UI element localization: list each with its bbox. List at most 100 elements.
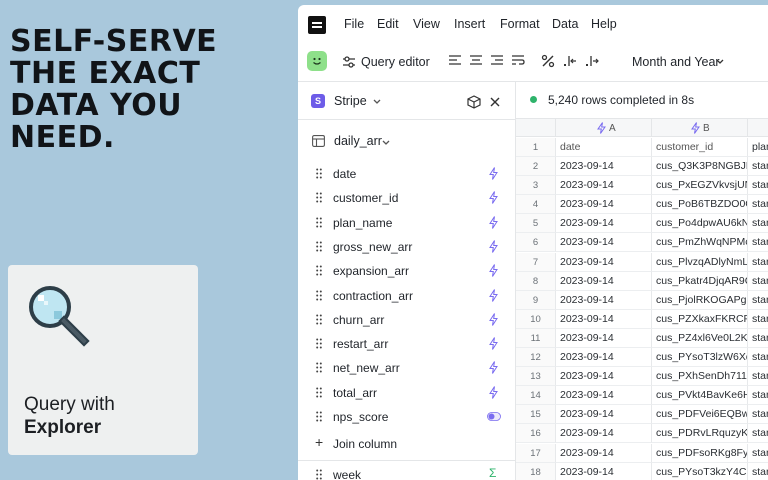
date-cell[interactable]: 2023-09-14	[556, 271, 652, 291]
field-row-churn-arr[interactable]: churn_arr	[298, 308, 515, 332]
date-cell[interactable]: 2023-09-14	[556, 462, 652, 480]
drag-handle-icon[interactable]	[316, 469, 322, 480]
plan-cell[interactable]: star	[748, 291, 768, 310]
align-center-icon[interactable]	[469, 54, 483, 68]
date-grouping-dropdown[interactable]: Month and Year	[632, 55, 720, 69]
row-number[interactable]: 17	[516, 443, 556, 463]
plan-cell[interactable]: star	[748, 253, 768, 272]
chevron-down-icon[interactable]	[716, 59, 724, 65]
plan-cell[interactable]: star	[748, 195, 768, 215]
row-number[interactable]: 13	[516, 367, 556, 387]
field-row-plan-name[interactable]: plan_name	[298, 211, 515, 235]
date-cell[interactable]: 2023-09-14	[556, 443, 652, 463]
row-number[interactable]: 9	[516, 290, 556, 310]
decimal-decrease-icon[interactable]	[563, 54, 577, 68]
plan-cell[interactable]: star	[748, 367, 768, 387]
customer-id-cell[interactable]: cus_PYsoT3lzW6Xq	[652, 348, 748, 367]
percent-icon[interactable]	[541, 54, 555, 68]
decimal-increase-icon[interactable]	[585, 54, 599, 68]
column-header-a[interactable]: A	[556, 119, 652, 137]
field-row-week[interactable]: week Σ	[298, 463, 515, 480]
date-cell[interactable]: 2023-09-14	[556, 405, 652, 425]
date-cell[interactable]: 2023-09-14	[556, 386, 652, 406]
cube-icon[interactable]	[467, 95, 481, 109]
drag-handle-icon[interactable]	[316, 241, 322, 252]
date-cell[interactable]: 2023-09-14	[556, 157, 652, 176]
date-cell[interactable]: 2023-09-14	[556, 176, 652, 196]
row-number[interactable]: 18	[516, 462, 556, 480]
drag-handle-icon[interactable]	[316, 192, 322, 203]
field-row-net-new-arr[interactable]: net_new_arr	[298, 356, 515, 380]
source-selector[interactable]: Stripe	[334, 94, 367, 108]
date-cell[interactable]: 2023-09-14	[556, 309, 652, 329]
customer-id-cell[interactable]: cus_PoB6TBZDO0G	[652, 195, 748, 215]
row-number[interactable]: 3	[516, 176, 556, 196]
app-logo-icon[interactable]	[308, 16, 326, 34]
header-cell[interactable]: customer_id	[652, 138, 748, 157]
row-number[interactable]: 4	[516, 195, 556, 215]
menu-help[interactable]: Help	[591, 17, 617, 31]
date-cell[interactable]: 2023-09-14	[556, 424, 652, 444]
field-row-total-arr[interactable]: total_arr	[298, 381, 515, 405]
plan-cell[interactable]: star	[748, 329, 768, 348]
plan-cell[interactable]: star	[748, 176, 768, 196]
customer-id-cell[interactable]: cus_PDFVei6EQBw	[652, 405, 748, 425]
chevron-down-icon[interactable]	[382, 140, 390, 146]
header-cell[interactable]: date	[556, 138, 652, 157]
date-cell[interactable]: 2023-09-14	[556, 328, 652, 348]
header-cell[interactable]: plan	[748, 138, 768, 157]
sliders-icon[interactable]	[342, 55, 356, 69]
drag-handle-icon[interactable]	[316, 314, 322, 325]
customer-id-cell[interactable]: cus_PxEGZVkvsjUN	[652, 176, 748, 196]
row-number[interactable]: 5	[516, 214, 556, 234]
plan-cell[interactable]: star	[748, 214, 768, 234]
row-number[interactable]: 8	[516, 271, 556, 291]
row-number[interactable]: 16	[516, 424, 556, 444]
customer-id-cell[interactable]: cus_PDRvLRquzyKp	[652, 424, 748, 444]
menu-edit[interactable]: Edit	[377, 17, 399, 31]
date-cell[interactable]: 2023-09-14	[556, 195, 652, 215]
field-row-contraction-arr[interactable]: contraction_arr	[298, 284, 515, 308]
drag-handle-icon[interactable]	[316, 387, 322, 398]
date-cell[interactable]: 2023-09-14	[556, 367, 652, 387]
date-cell[interactable]: 2023-09-14	[556, 348, 652, 367]
menu-format[interactable]: Format	[500, 17, 540, 31]
menu-data[interactable]: Data	[552, 17, 578, 31]
customer-id-cell[interactable]: cus_PVkt4BavKe6H	[652, 386, 748, 406]
customer-id-cell[interactable]: cus_PjolRKOGAPgF	[652, 290, 748, 310]
row-number[interactable]: 6	[516, 233, 556, 253]
row-number[interactable]: 11	[516, 328, 556, 348]
customer-id-cell[interactable]: cus_Pkatr4DjqAR9C	[652, 271, 748, 291]
join-column-button[interactable]: + Join column	[298, 432, 515, 456]
drag-handle-icon[interactable]	[316, 217, 322, 228]
field-row-gross-new-arr[interactable]: gross_new_arr	[298, 235, 515, 259]
date-cell[interactable]: 2023-09-14	[556, 252, 652, 272]
query-editor-button[interactable]: Query editor	[361, 55, 430, 69]
customer-id-cell[interactable]: cus_PZXkaxFKRCPS	[652, 309, 748, 329]
customer-id-cell[interactable]: cus_Po4dpwAU6kN	[652, 214, 748, 234]
date-cell[interactable]: 2023-09-14	[556, 290, 652, 310]
customer-id-cell[interactable]: cus_PmZhWqNPMc	[652, 233, 748, 253]
plan-cell[interactable]: star	[748, 157, 768, 176]
customer-id-cell[interactable]: cus_PZ4xl6Ve0L2K	[652, 328, 748, 348]
menu-view[interactable]: View	[413, 17, 440, 31]
customer-id-cell[interactable]: cus_Q3K3P8NGBJF	[652, 157, 748, 176]
row-number[interactable]: 12	[516, 348, 556, 367]
drag-handle-icon[interactable]	[316, 411, 322, 422]
customer-id-cell[interactable]: cus_PYsoT3kzY4CE	[652, 462, 748, 480]
field-row-date[interactable]: date	[298, 162, 515, 186]
close-icon[interactable]	[489, 96, 501, 108]
plan-cell[interactable]: star	[748, 272, 768, 291]
field-row-nps-score[interactable]: nps_score	[298, 405, 515, 429]
row-number[interactable]: 15	[516, 405, 556, 425]
customer-id-cell[interactable]: cus_PXhSenDh711I	[652, 367, 748, 387]
field-row-customer-id[interactable]: customer_id	[298, 186, 515, 210]
plan-cell[interactable]: star	[748, 310, 768, 329]
plan-cell[interactable]: star	[748, 424, 768, 444]
wrap-text-icon[interactable]	[511, 54, 525, 68]
customer-id-cell[interactable]: cus_PlvzqADlyNmL	[652, 252, 748, 272]
menu-file[interactable]: File	[344, 17, 364, 31]
row-number[interactable]: 2	[516, 157, 556, 176]
row-number[interactable]: 7	[516, 252, 556, 272]
menu-insert[interactable]: Insert	[454, 17, 485, 31]
